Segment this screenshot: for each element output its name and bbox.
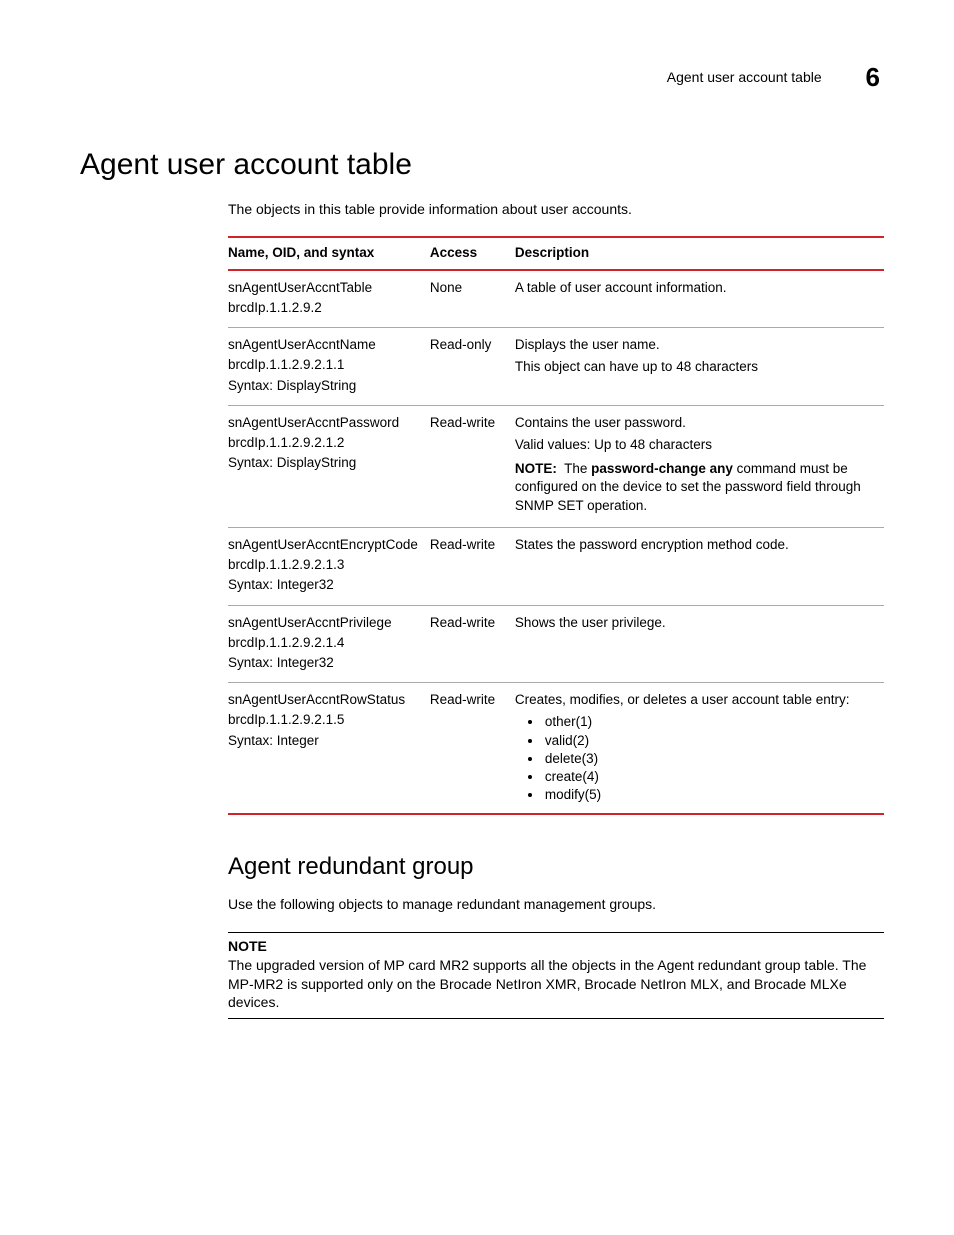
note-body: The upgraded version of MP card MR2 supp… (228, 956, 884, 1013)
oid-syntax: Syntax: Integer32 (228, 576, 418, 594)
note-block: NOTE The upgraded version of MP card MR2… (228, 932, 884, 1020)
access-cell: Read-only (430, 328, 515, 406)
oid-name: snAgentUserAccntEncryptCode (228, 536, 418, 554)
list-item: modify(5) (543, 786, 872, 804)
list-item: valid(2) (543, 732, 872, 750)
subsection-title: Agent redundant group (228, 851, 884, 883)
running-header: Agent user account table 6 (80, 60, 884, 95)
table-header-row: Name, OID, and syntax Access Description (228, 237, 884, 269)
th-access: Access (430, 237, 515, 269)
oid-path: brcdIp.1.1.2.9.2.1.4 (228, 634, 418, 652)
access-cell: Read-write (430, 683, 515, 814)
table-row: snAgentUserAccntEncryptCode brcdIp.1.1.2… (228, 527, 884, 605)
note-text: The (564, 461, 591, 476)
section-intro: The objects in this table provide inform… (228, 200, 884, 219)
oid-syntax: Syntax: Integer (228, 732, 418, 750)
section-title: Agent user account table (80, 145, 884, 186)
oid-path: brcdIp.1.1.2.9.2.1.2 (228, 434, 418, 452)
list-item: other(1) (543, 713, 872, 731)
access-cell: None (430, 270, 515, 328)
table-row: snAgentUserAccntRowStatus brcdIp.1.1.2.9… (228, 683, 884, 814)
desc-text: Displays the user name. (515, 336, 872, 354)
oid-syntax: Syntax: DisplayString (228, 454, 418, 472)
oid-name: snAgentUserAccntName (228, 336, 418, 354)
oid-syntax: Syntax: DisplayString (228, 377, 418, 395)
oid-name: snAgentUserAccntTable (228, 279, 418, 297)
table-row: snAgentUserAccntTable brcdIp.1.1.2.9.2 N… (228, 270, 884, 328)
list-item: delete(3) (543, 750, 872, 768)
oid-path: brcdIp.1.1.2.9.2.1.1 (228, 356, 418, 374)
list-item: create(4) (543, 768, 872, 786)
oid-syntax: Syntax: Integer32 (228, 654, 418, 672)
oid-name: snAgentUserAccntRowStatus (228, 691, 418, 709)
header-title: Agent user account table (667, 68, 822, 87)
desc-text: Valid values: Up to 48 characters (515, 436, 872, 454)
th-name: Name, OID, and syntax (228, 237, 430, 269)
row-status-list: other(1) valid(2) delete(3) create(4) mo… (515, 713, 872, 804)
desc-text: Creates, modifies, or deletes a user acc… (515, 691, 872, 709)
table-row: snAgentUserAccntPrivilege brcdIp.1.1.2.9… (228, 605, 884, 683)
desc-text: Contains the user password. (515, 414, 872, 432)
access-cell: Read-write (430, 405, 515, 527)
chapter-number: 6 (866, 60, 880, 95)
desc-text: States the password encryption method co… (515, 536, 872, 554)
oid-path: brcdIp.1.1.2.9.2.1.5 (228, 711, 418, 729)
subsection-intro: Use the following objects to manage redu… (228, 895, 884, 914)
access-cell: Read-write (430, 605, 515, 683)
access-cell: Read-write (430, 527, 515, 605)
mib-table: Name, OID, and syntax Access Description… (228, 236, 884, 814)
oid-path: brcdIp.1.1.2.9.2 (228, 299, 418, 317)
note-label: NOTE (228, 937, 884, 956)
table-row: snAgentUserAccntName brcdIp.1.1.2.9.2.1.… (228, 328, 884, 406)
note-bold: password-change any (591, 461, 733, 476)
oid-path: brcdIp.1.1.2.9.2.1.3 (228, 556, 418, 574)
desc-text: A table of user account information. (515, 279, 872, 297)
note-label: NOTE: (515, 461, 557, 476)
table-row: snAgentUserAccntPassword brcdIp.1.1.2.9.… (228, 405, 884, 527)
oid-name: snAgentUserAccntPassword (228, 414, 418, 432)
desc-text: Shows the user privilege. (515, 614, 872, 632)
desc-text: This object can have up to 48 characters (515, 358, 872, 376)
oid-name: snAgentUserAccntPrivilege (228, 614, 418, 632)
th-description: Description (515, 237, 884, 269)
